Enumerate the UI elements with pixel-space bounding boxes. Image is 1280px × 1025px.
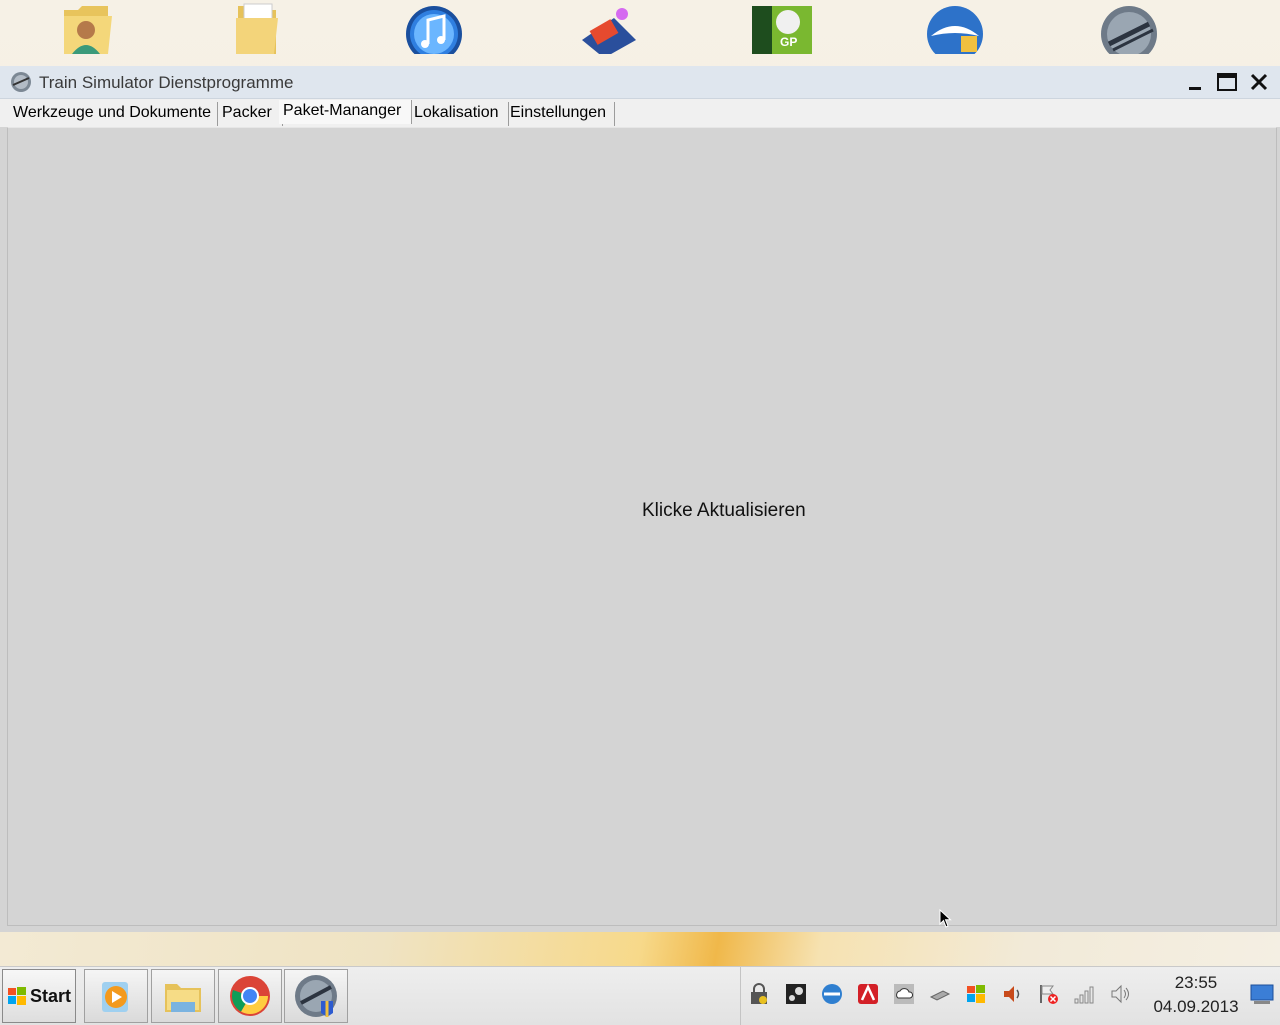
tab-einstellungen[interactable]: Einstellungen bbox=[506, 102, 615, 126]
action-center-flag-icon[interactable] bbox=[1036, 982, 1060, 1006]
avira-icon[interactable] bbox=[856, 982, 880, 1006]
train-simulator-icon[interactable] bbox=[1099, 0, 1159, 54]
chrome-icon bbox=[230, 976, 270, 1016]
tab-bar: Werkzeuge und Dokumente Packer Paket-Man… bbox=[0, 99, 1280, 127]
show-desktop-button[interactable] bbox=[1250, 983, 1274, 1005]
close-icon bbox=[1250, 73, 1268, 91]
steam-icon[interactable] bbox=[784, 982, 808, 1006]
maximize-icon bbox=[1217, 73, 1237, 91]
windows-update-icon[interactable] bbox=[964, 982, 988, 1006]
tab-werkzeuge[interactable]: Werkzeuge und Dokumente bbox=[9, 102, 218, 126]
network-signal-icon[interactable] bbox=[1072, 982, 1096, 1006]
close-button[interactable] bbox=[1245, 70, 1273, 94]
clock-date[interactable]: 04.09.2013 bbox=[1150, 997, 1242, 1017]
tab-lokalisation[interactable]: Lokalisation bbox=[410, 102, 509, 126]
maximize-button[interactable] bbox=[1213, 70, 1241, 94]
title-bar[interactable]: Train Simulator Dienstprogramme bbox=[0, 66, 1280, 99]
start-label: Start bbox=[29, 985, 71, 1006]
folder-icon[interactable] bbox=[232, 0, 292, 54]
tab-content-panel: Klicke Aktualisieren bbox=[7, 127, 1277, 926]
volume-icon[interactable] bbox=[1108, 982, 1132, 1006]
windows-logo-icon bbox=[7, 987, 26, 1005]
thunderbird-icon[interactable] bbox=[925, 0, 985, 54]
taskbar-explorer[interactable] bbox=[151, 969, 215, 1023]
itunes-icon[interactable] bbox=[404, 0, 464, 54]
mouse-cursor-icon bbox=[939, 909, 952, 928]
usb-drive-icon[interactable] bbox=[928, 982, 952, 1006]
status-message: Klicke Aktualisieren bbox=[642, 500, 806, 521]
more-gp-icon[interactable]: GP bbox=[752, 0, 812, 54]
cloud-icon[interactable] bbox=[892, 982, 916, 1006]
speaker-icon[interactable] bbox=[1000, 982, 1024, 1006]
wallpaper-strip bbox=[0, 932, 1280, 966]
minimize-icon bbox=[1189, 87, 1201, 90]
clock-time[interactable]: 23:55 bbox=[1160, 973, 1232, 993]
main-window: Train Simulator Dienstprogramme Werkzeug… bbox=[0, 66, 1280, 932]
taskbar: Start 23:55 04.09.2013 bbox=[0, 966, 1280, 1025]
security-lock-icon[interactable] bbox=[747, 982, 771, 1006]
tab-packer[interactable]: Packer bbox=[218, 102, 283, 126]
taskbar-media-player[interactable] bbox=[84, 969, 148, 1023]
app-icon[interactable] bbox=[820, 982, 844, 1006]
game-icon[interactable] bbox=[578, 0, 638, 54]
window-title: Train Simulator Dienstprogramme bbox=[39, 73, 294, 92]
media-player-icon bbox=[102, 982, 128, 1012]
taskbar-chrome[interactable] bbox=[218, 969, 282, 1023]
train-simulator-icon bbox=[295, 975, 337, 1017]
app-icon bbox=[10, 71, 32, 93]
show-desktop-icon bbox=[1250, 984, 1274, 1004]
start-button[interactable]: Start bbox=[2, 969, 76, 1023]
tab-paket-manager[interactable]: Paket-Mananger bbox=[279, 100, 412, 124]
user-folder-icon[interactable] bbox=[58, 0, 118, 54]
system-tray bbox=[740, 967, 1141, 1025]
explorer-icon bbox=[165, 984, 201, 1012]
svg-text:GP: GP bbox=[780, 35, 797, 49]
taskbar-train-simulator[interactable] bbox=[284, 969, 348, 1023]
minimize-button[interactable] bbox=[1181, 70, 1209, 94]
